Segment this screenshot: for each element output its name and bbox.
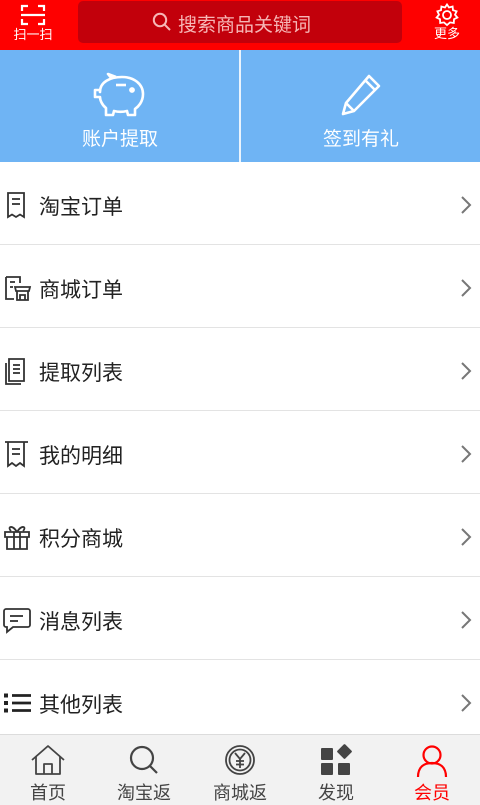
menu-item-message-list[interactable]: 消息列表: [0, 577, 480, 660]
search-icon: [152, 12, 171, 31]
menu-item-label: 消息列表: [39, 610, 123, 634]
menu-item-mall-orders[interactable]: 商城订单: [0, 245, 480, 328]
checkin-gift-button[interactable]: 签到有礼: [241, 50, 480, 162]
tab-member[interactable]: 会员: [384, 735, 480, 804]
bottom-nav: 首页 淘宝返 商城返 发现 会员: [0, 734, 480, 804]
tab-home[interactable]: 首页: [0, 735, 96, 804]
search-placeholder: 搜索商品关键词: [178, 14, 312, 36]
discover-icon: [321, 744, 352, 775]
shop-receipt-icon: [5, 276, 32, 301]
more-button[interactable]: 更多: [414, 0, 480, 50]
menu-item-label: 我的明细: [39, 444, 123, 468]
chevron-right-icon: [461, 528, 472, 546]
user-icon: [416, 745, 448, 778]
chevron-right-icon: [461, 694, 472, 712]
gift-icon: [4, 526, 30, 550]
tab-discover[interactable]: 发现: [288, 735, 384, 804]
menu-item-withdraw-list[interactable]: 提取列表: [0, 328, 480, 411]
menu-item-label: 其他列表: [39, 693, 123, 717]
account-withdraw-label: 账户提取: [81, 128, 158, 150]
menu-item-taobao-orders[interactable]: 淘宝订单: [0, 162, 480, 245]
home-icon: [31, 745, 65, 775]
yen-icon: [225, 745, 255, 775]
scan-icon: [20, 4, 46, 26]
search-input[interactable]: 搜索商品关键词: [78, 1, 402, 43]
menu-item-points-mall[interactable]: 积分商城: [0, 494, 480, 577]
pencil-icon: [341, 74, 381, 116]
document-list-icon: [5, 358, 25, 385]
menu-item-label: 淘宝订单: [39, 195, 123, 219]
piggy-bank-icon: [93, 72, 145, 117]
chevron-right-icon: [461, 445, 472, 463]
tab-label: 淘宝返: [117, 783, 171, 804]
account-actions: 账户提取 签到有礼: [0, 50, 480, 162]
chevron-right-icon: [461, 196, 472, 214]
tab-taobao-rebate[interactable]: 淘宝返: [96, 735, 192, 804]
scan-button[interactable]: 扫一扫: [0, 0, 66, 50]
tab-label: 发现: [318, 783, 354, 804]
menu-item-label: 提取列表: [39, 361, 123, 385]
menu-item-my-details[interactable]: 我的明细: [0, 411, 480, 494]
checkin-gift-label: 签到有礼: [322, 128, 399, 150]
menu-list: 淘宝订单 商城订单 提取列表 我的明细 积分商城 消息列表 其他列表: [0, 162, 480, 743]
scan-label: 扫一扫: [13, 28, 53, 43]
search-icon: [129, 745, 158, 774]
list-icon: [4, 693, 31, 713]
tab-label: 首页: [30, 783, 66, 804]
menu-item-label: 积分商城: [39, 527, 123, 551]
chevron-right-icon: [461, 611, 472, 629]
menu-item-label: 商城订单: [39, 278, 123, 302]
tab-label: 商城返: [213, 783, 267, 804]
tab-label: 会员: [414, 783, 450, 804]
more-label: 更多: [433, 27, 460, 42]
top-header: 扫一扫 搜索商品关键词 更多: [0, 0, 480, 50]
account-withdraw-button[interactable]: 账户提取: [0, 50, 240, 162]
menu-item-other-list[interactable]: 其他列表: [0, 660, 480, 743]
bill-icon: [5, 441, 28, 468]
message-icon: [3, 608, 31, 634]
receipt-icon: [7, 192, 25, 219]
tab-mall-rebate[interactable]: 商城返: [192, 735, 288, 804]
chevron-right-icon: [461, 279, 472, 297]
chevron-right-icon: [461, 362, 472, 380]
